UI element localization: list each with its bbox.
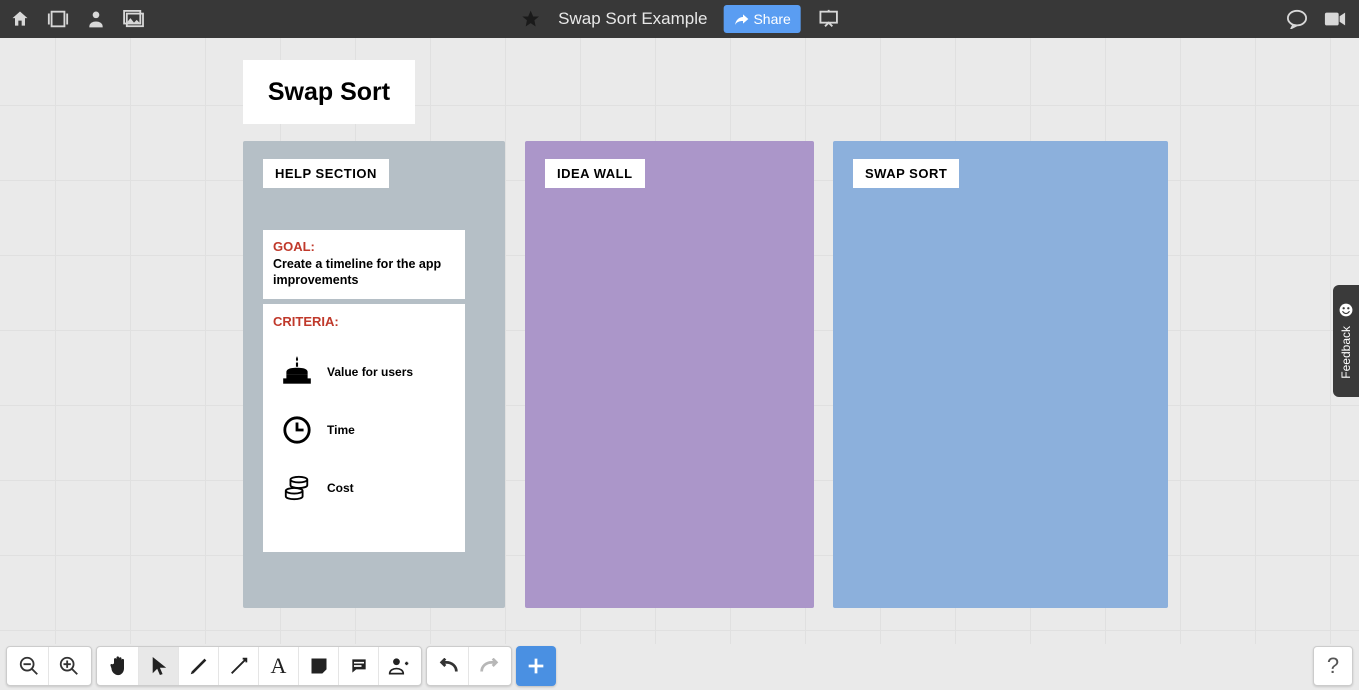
cake-icon bbox=[273, 355, 321, 389]
comment-tool[interactable] bbox=[339, 647, 379, 685]
people-icon[interactable] bbox=[84, 7, 108, 31]
undo-button[interactable] bbox=[429, 647, 469, 685]
text-tool[interactable]: A bbox=[259, 647, 299, 685]
column-help-header[interactable]: HELP SECTION bbox=[263, 159, 389, 188]
goal-heading: GOAL: bbox=[273, 238, 455, 256]
feedback-label: Feedback bbox=[1339, 326, 1353, 379]
pencil-tool[interactable] bbox=[179, 647, 219, 685]
clock-icon bbox=[273, 415, 321, 445]
images-icon[interactable] bbox=[122, 7, 146, 31]
tools-group: A bbox=[96, 646, 422, 686]
redo-button[interactable] bbox=[469, 647, 509, 685]
share-button[interactable]: Share bbox=[723, 5, 800, 33]
column-help[interactable]: HELP SECTION GOAL: Create a timeline for… bbox=[243, 141, 505, 608]
coins-icon bbox=[273, 474, 321, 502]
goal-text: Create a timeline for the app improvemen… bbox=[273, 256, 455, 290]
feedback-tab[interactable]: Feedback bbox=[1333, 285, 1359, 397]
criteria-cost-label: Cost bbox=[327, 481, 354, 495]
select-tool[interactable] bbox=[139, 647, 179, 685]
criteria-row-time: Time bbox=[273, 401, 455, 459]
zoom-group bbox=[6, 646, 92, 686]
top-bar: Swap Sort Example Share bbox=[0, 0, 1359, 38]
video-icon[interactable] bbox=[1323, 7, 1347, 31]
boards-icon[interactable] bbox=[46, 7, 70, 31]
pan-tool[interactable] bbox=[99, 647, 139, 685]
add-person-tool[interactable] bbox=[379, 647, 419, 685]
zoom-out-button[interactable] bbox=[9, 647, 49, 685]
criteria-row-cost: Cost bbox=[273, 459, 455, 517]
line-tool[interactable] bbox=[219, 647, 259, 685]
criteria-heading: CRITERIA: bbox=[273, 314, 455, 329]
column-swap-header[interactable]: SWAP SORT bbox=[853, 159, 959, 188]
topbar-left bbox=[8, 7, 146, 31]
sticky-note-tool[interactable] bbox=[299, 647, 339, 685]
share-label: Share bbox=[753, 11, 790, 27]
favorite-star-icon[interactable] bbox=[518, 7, 542, 31]
chat-icon[interactable] bbox=[1285, 7, 1309, 31]
goal-card[interactable]: GOAL: Create a timeline for the app impr… bbox=[263, 230, 465, 299]
board-title-card[interactable]: Swap Sort bbox=[243, 60, 415, 124]
history-group bbox=[426, 646, 512, 686]
criteria-time-label: Time bbox=[327, 423, 355, 437]
topbar-center: Swap Sort Example Share bbox=[518, 0, 841, 38]
board-title[interactable]: Swap Sort Example bbox=[558, 9, 707, 29]
criteria-value-label: Value for users bbox=[327, 365, 413, 379]
criteria-row-value: Value for users bbox=[273, 343, 455, 401]
bottom-toolbar: A bbox=[6, 646, 556, 686]
column-swap-sort[interactable]: SWAP SORT bbox=[833, 141, 1168, 608]
smile-icon bbox=[1339, 303, 1353, 320]
zoom-in-button[interactable] bbox=[49, 647, 89, 685]
canvas[interactable]: Swap Sort HELP SECTION GOAL: Create a ti… bbox=[0, 38, 1359, 644]
column-idea-wall[interactable]: IDEA WALL bbox=[525, 141, 814, 608]
topbar-right bbox=[1285, 0, 1347, 38]
home-icon[interactable] bbox=[8, 7, 32, 31]
column-idea-header[interactable]: IDEA WALL bbox=[545, 159, 645, 188]
criteria-card[interactable]: CRITERIA: Value for users Time Cost bbox=[263, 304, 465, 552]
add-button[interactable] bbox=[516, 646, 556, 686]
help-button[interactable]: ? bbox=[1313, 646, 1353, 686]
present-icon[interactable] bbox=[817, 7, 841, 31]
